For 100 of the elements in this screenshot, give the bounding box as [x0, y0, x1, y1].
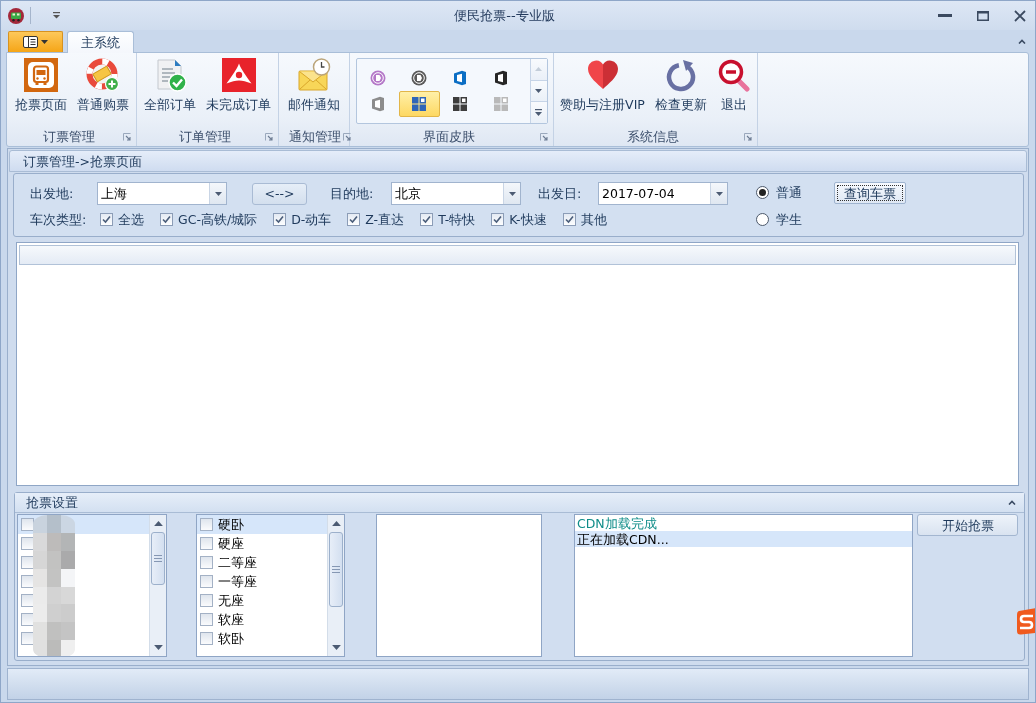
scroll-down-arrow-icon[interactable] [331, 645, 341, 650]
checkbox[interactable] [21, 518, 34, 531]
scroll-up-arrow-icon[interactable] [153, 521, 163, 526]
bus-icon [23, 58, 58, 92]
scroll-up-arrow-icon[interactable] [331, 521, 341, 526]
checkbox-label[interactable]: K-快速 [509, 212, 547, 227]
group-label: 订单管理 [179, 129, 231, 144]
scroll-down-arrow-icon[interactable] [153, 645, 163, 650]
checkbox[interactable] [200, 632, 213, 645]
heart-icon [585, 58, 620, 92]
logo-icon[interactable] [1016, 607, 1035, 635]
checkbox-label[interactable]: 全选 [118, 212, 144, 227]
checkbox[interactable] [200, 518, 213, 531]
seat-label: 软卧 [218, 631, 244, 646]
radio-button[interactable] [756, 212, 769, 226]
group-label: 订票管理 [43, 129, 95, 144]
ribbon-button[interactable]: 退出 [714, 57, 753, 113]
window-title: 便民抢票--专业版 [454, 7, 555, 24]
date-picker[interactable]: 2017-07-04 [598, 182, 728, 205]
destination-combobox[interactable]: 北京 [391, 182, 521, 205]
close-button[interactable] [1014, 9, 1026, 22]
dropdown-icon [53, 12, 60, 19]
seat-list-item[interactable]: 二等座 [197, 553, 327, 572]
scrollbar[interactable] [149, 515, 166, 656]
caret-down-icon [214, 191, 222, 196]
field-label: 车次类型: [30, 211, 87, 228]
checkbox-label[interactable]: Z-直达 [365, 212, 405, 227]
log-entry[interactable]: CDN加载完成 [575, 515, 912, 531]
app-menu-button[interactable] [8, 31, 63, 52]
checkbox[interactable] [420, 213, 434, 226]
ribbon-button[interactable]: 全部订单 [142, 57, 198, 113]
collapse-ribbon-button[interactable] [1018, 38, 1026, 44]
maximize-button[interactable] [977, 10, 989, 21]
start-button[interactable]: 开始抢票 [917, 514, 1018, 536]
dialog-launcher-icon[interactable] [265, 132, 273, 141]
scrollbar[interactable] [327, 515, 344, 656]
checkbox[interactable] [200, 575, 213, 588]
seat-list-item[interactable]: 硬座 [197, 534, 327, 553]
seat-label: 二等座 [218, 555, 257, 570]
ribbon-tab[interactable]: 主系统 [67, 31, 134, 53]
group-label: 界面皮肤 [423, 129, 475, 144]
checkbox[interactable] [160, 213, 173, 226]
checkbox-label[interactable]: 其他 [580, 212, 607, 227]
seat-list-item[interactable]: 无座 [197, 591, 327, 610]
checkbox-label[interactable]: D-动车 [291, 212, 332, 227]
panel-icon [23, 36, 38, 48]
caret-down-icon [535, 89, 542, 93]
gallery-expand-button[interactable] [530, 102, 547, 123]
field-label: 目的地: [330, 185, 374, 202]
departure-combobox[interactable]: 上海 [97, 182, 227, 205]
dialog-launcher-icon[interactable] [744, 132, 752, 141]
dropdown-button[interactable] [710, 183, 727, 204]
swap-button[interactable]: <--> [252, 182, 307, 205]
log-text: CDN加载完成 [577, 515, 657, 531]
gallery-scroll-down-button[interactable] [530, 80, 547, 103]
radio-button[interactable] [756, 185, 769, 199]
log-text: 正在加载CDN... [577, 531, 669, 547]
ribbon-button[interactable]: 未完成订单 [204, 57, 273, 113]
checkbox[interactable] [200, 556, 213, 569]
scrollbar-thumb[interactable] [151, 532, 165, 585]
seat-list-item[interactable]: 软座 [197, 610, 327, 629]
checkbox[interactable] [100, 213, 113, 226]
checkbox[interactable] [273, 213, 287, 226]
dialog-launcher-icon[interactable] [123, 132, 131, 141]
checkbox[interactable] [200, 613, 213, 626]
scrollbar-thumb[interactable] [329, 532, 343, 607]
dialog-launcher-icon[interactable] [540, 132, 548, 141]
caret-down-icon [508, 191, 516, 196]
seat-list-item[interactable]: 一等座 [197, 572, 327, 591]
radio-label[interactable]: 学生 [776, 211, 802, 227]
radio-label[interactable]: 普通 [776, 184, 802, 200]
checkbox[interactable] [200, 537, 213, 550]
checkbox-label[interactable]: T-特快 [438, 212, 476, 227]
collapse-button[interactable] [1008, 500, 1016, 505]
caret-down-icon [715, 191, 723, 196]
field-label: 出发日: [538, 185, 582, 202]
query-button[interactable]: 查询车票 [834, 182, 906, 204]
checkbox[interactable] [200, 594, 213, 607]
log-entry[interactable]: 正在加载CDN... [575, 531, 912, 547]
dropdown-button[interactable] [503, 183, 520, 204]
seat-list-item[interactable]: 硬卧 [197, 515, 327, 534]
dropdown-button[interactable] [209, 183, 226, 204]
chevron-up-icon [1018, 38, 1026, 44]
minimize-icon [938, 14, 952, 17]
seat-label: 无座 [218, 593, 244, 608]
logo-tile-icon [221, 58, 256, 92]
app-icon [8, 7, 24, 24]
ribbon-button[interactable]: 赞助与注册VIP [558, 57, 647, 113]
dialog-launcher-icon[interactable] [343, 132, 351, 141]
quick-access-button[interactable] [53, 12, 60, 19]
checkbox[interactable] [562, 213, 576, 226]
ticket-add-icon [85, 58, 120, 92]
checkbox[interactable] [347, 213, 361, 226]
seat-list-item[interactable]: 软卧 [197, 629, 327, 648]
ribbon-button[interactable]: 邮件通知 [286, 57, 342, 113]
ribbon-button[interactable]: 检查更新 [652, 57, 709, 113]
checkbox-label[interactable]: GC-高铁/城际 [178, 212, 258, 227]
checkbox[interactable] [491, 213, 505, 226]
ribbon-button[interactable]: 抢票页面 [12, 57, 69, 113]
ribbon-button[interactable]: 普通购票 [74, 57, 131, 113]
